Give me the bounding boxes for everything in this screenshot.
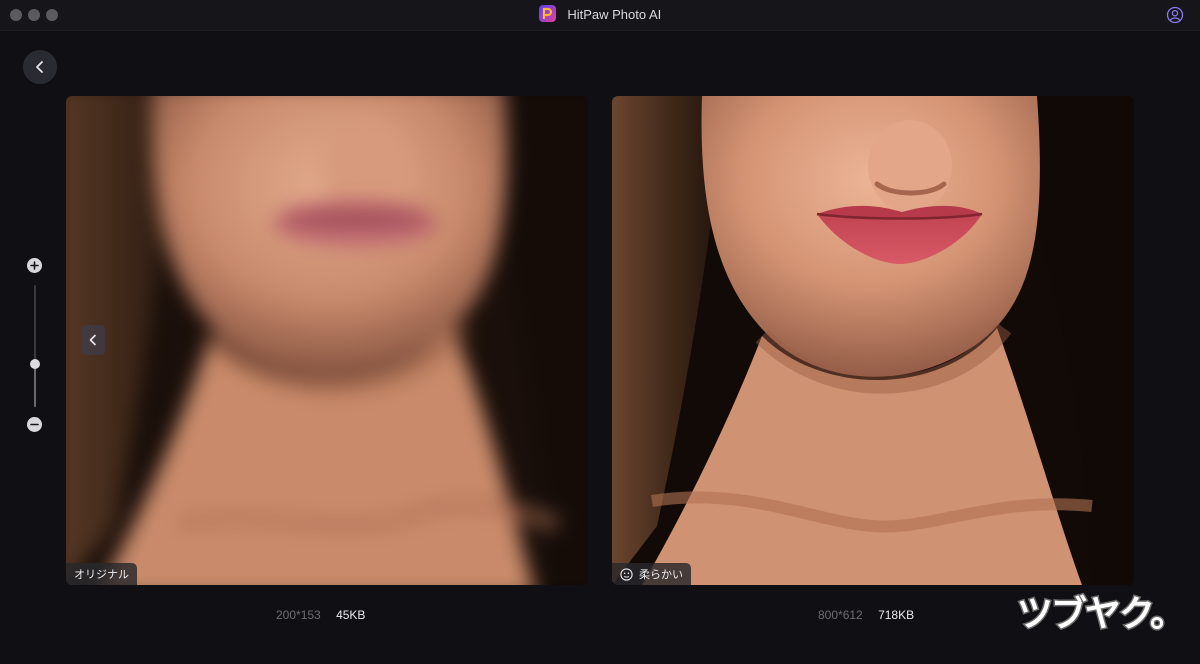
back-button[interactable] — [23, 50, 57, 84]
original-dimensions: 200*153 — [276, 608, 321, 622]
enhanced-file-size: 718KB — [878, 608, 915, 622]
zoom-control — [26, 256, 44, 436]
watermark-logo: ツブヤク。 — [1015, 588, 1187, 636]
zoom-in-button[interactable] — [27, 258, 42, 273]
window-title-area: HitPaw Photo AI — [0, 5, 1200, 23]
plus-icon — [30, 261, 39, 270]
enhanced-photo — [612, 96, 1134, 585]
enhanced-image-panel[interactable]: 柔らかい — [612, 96, 1134, 585]
title-bar: HitPaw Photo AI — [0, 0, 1200, 31]
hitpaw-logo-icon — [538, 5, 556, 23]
original-label-tag: オリジナル — [66, 563, 137, 585]
zoom-slider-fill — [34, 364, 36, 407]
minus-icon — [30, 423, 39, 426]
enhanced-dimensions: 800*612 — [818, 608, 863, 622]
model-label: 柔らかい — [639, 569, 683, 581]
compare-toggle-button[interactable] — [81, 325, 105, 355]
original-image-panel[interactable]: オリジナル — [66, 96, 588, 585]
zoom-slider-track[interactable] — [34, 285, 36, 407]
user-account-icon[interactable] — [1166, 6, 1184, 24]
zoom-slider-thumb[interactable] — [30, 359, 40, 370]
app-title: HitPaw Photo AI — [567, 7, 662, 23]
original-file-size: 45KB — [336, 608, 366, 622]
face-icon — [620, 567, 633, 581]
original-label: オリジナル — [74, 569, 129, 581]
zoom-out-button[interactable] — [27, 417, 42, 432]
chevron-left-icon — [89, 334, 96, 346]
enhanced-info: 800*612 718KB — [818, 608, 914, 622]
original-photo — [66, 96, 588, 585]
original-info: 200*153 45KB — [276, 608, 365, 622]
chevron-left-icon — [36, 61, 43, 73]
model-label-tag: 柔らかい — [612, 563, 691, 585]
watermark-text: ツブヤク。 — [1015, 592, 1187, 636]
